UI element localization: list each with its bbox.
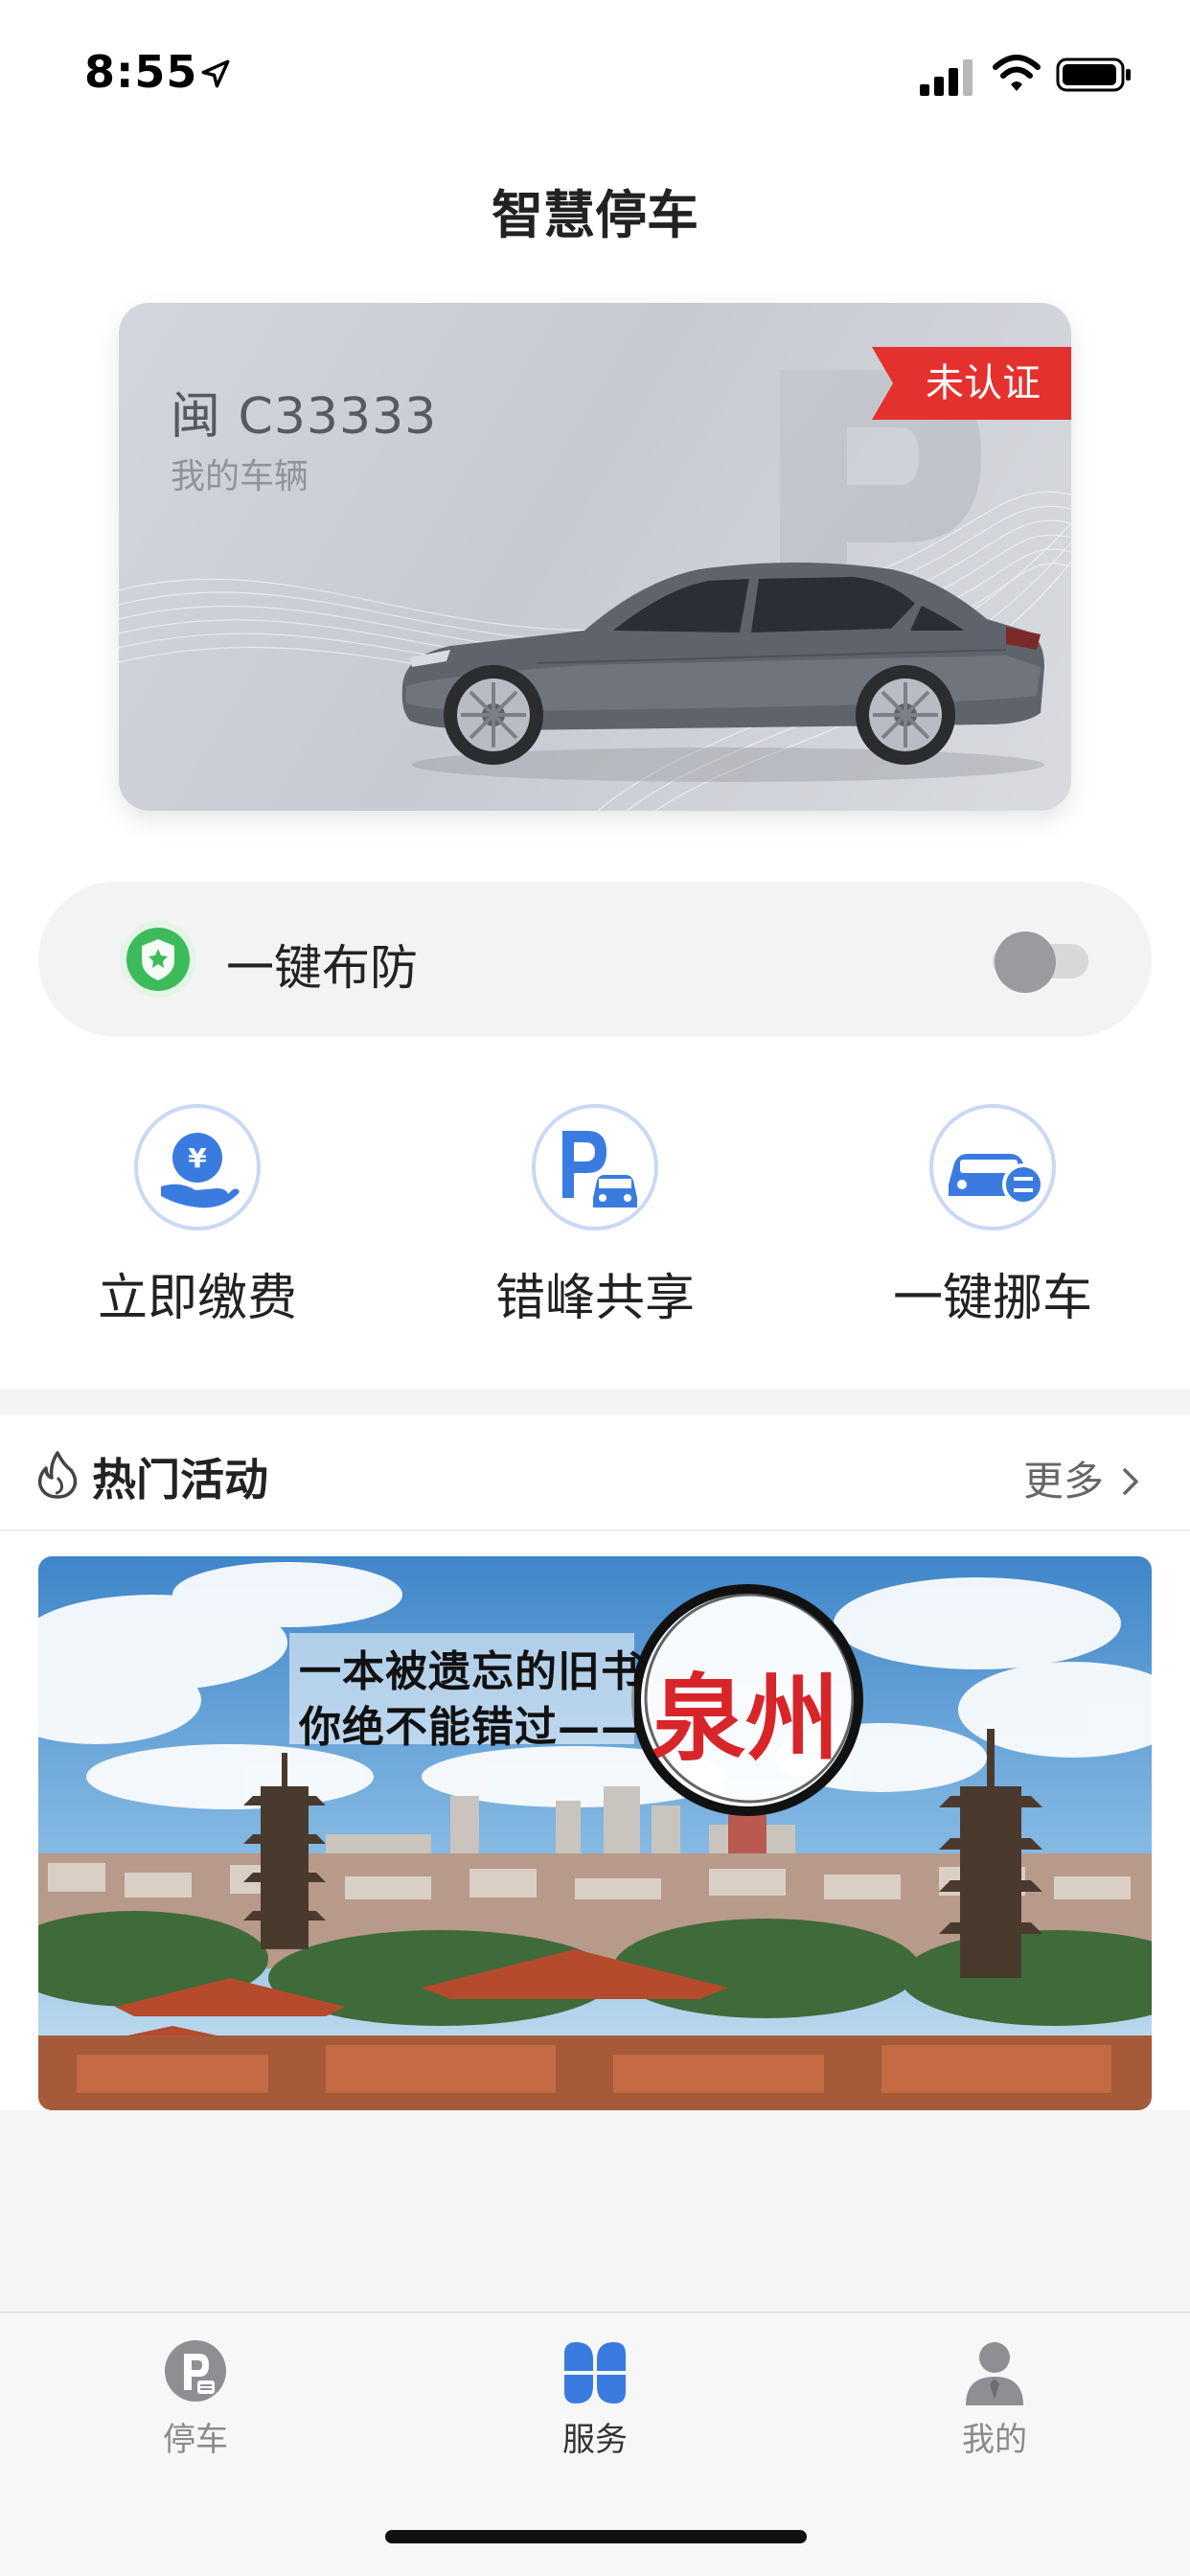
shield-icon	[120, 921, 196, 998]
vehicle-card[interactable]: 闽 C33333 我的车辆 未认证	[119, 303, 1071, 811]
banner-line-2: 你绝不能错过——	[299, 1703, 644, 1752]
peak-share-label: 错峰共享	[494, 1270, 695, 1327]
banner-city-name: 泉州	[652, 1664, 840, 1774]
parking-tab-icon	[165, 2340, 226, 2402]
car-image	[401, 563, 1045, 782]
tab-mine-label: 我的	[962, 2421, 1027, 2459]
hot-activities-header: 热门活动 更多	[0, 1414, 1190, 1531]
cellular-signal-icon	[920, 59, 973, 96]
defense-label: 一键布防	[226, 940, 418, 996]
banner-line-1: 一本被遗忘的旧书	[299, 1647, 644, 1696]
defense-toggle[interactable]	[958, 932, 1111, 993]
move-car-button[interactable]: 一键挪车	[849, 1102, 1136, 1342]
pay-now-button[interactable]: ¥ 立即缴费	[54, 1102, 341, 1342]
tab-mine[interactable]: 我的	[880, 2338, 1110, 2472]
fire-icon	[37, 1451, 78, 1499]
yuan-hand-icon: ¥	[134, 1104, 261, 1230]
car-move-icon	[929, 1104, 1056, 1230]
empty-area	[0, 2110, 1190, 2312]
more-link[interactable]: 更多	[1023, 1449, 1148, 1507]
tab-parking[interactable]: 停车	[80, 2338, 310, 2472]
toggle-knob	[995, 932, 1056, 993]
wifi-icon	[993, 55, 1041, 91]
one-key-defense-bar: 一键布防	[38, 882, 1152, 1037]
chevron-right-icon	[1123, 1468, 1138, 1495]
section-separator	[0, 1390, 1190, 1414]
parking-car-icon	[532, 1104, 658, 1230]
app-screen: 8:55 智慧停车 闽 C33333 我的车辆 未认证 一键布防 ¥ 立即缴费 …	[0, 0, 1190, 2576]
license-plate: 闽 C33333	[171, 388, 438, 446]
battery-icon	[1056, 58, 1131, 92]
page-title: 智慧停车	[492, 185, 698, 245]
tab-services[interactable]: 服务	[480, 2338, 710, 2472]
pay-now-label: 立即缴费	[97, 1270, 297, 1327]
user-tab-icon	[966, 2342, 1023, 2405]
vehicle-subtitle: 我的车辆	[171, 457, 309, 496]
svg-text:¥: ¥	[188, 1142, 207, 1174]
home-indicator	[385, 2530, 807, 2543]
activity-banner[interactable]: 一本被遗忘的旧书 你绝不能错过—— 泉州	[38, 1556, 1152, 2110]
status-bar: 8:55	[0, 0, 1190, 144]
quick-actions: ¥ 立即缴费 错峰共享 一键挪车	[0, 1102, 1190, 1342]
move-car-label: 一键挪车	[892, 1270, 1092, 1327]
more-label: 更多	[1022, 1458, 1104, 1505]
status-time: 8:55	[84, 46, 198, 98]
tab-parking-label: 停车	[163, 2421, 228, 2459]
tab-services-label: 服务	[562, 2421, 628, 2459]
hot-activities-title: 热门活动	[92, 1454, 268, 1506]
location-arrow-icon	[201, 59, 230, 88]
clover-grid-icon	[564, 2342, 626, 2404]
unverified-badge[interactable]: 未认证	[872, 347, 1071, 420]
peak-share-button[interactable]: 错峰共享	[451, 1102, 739, 1342]
